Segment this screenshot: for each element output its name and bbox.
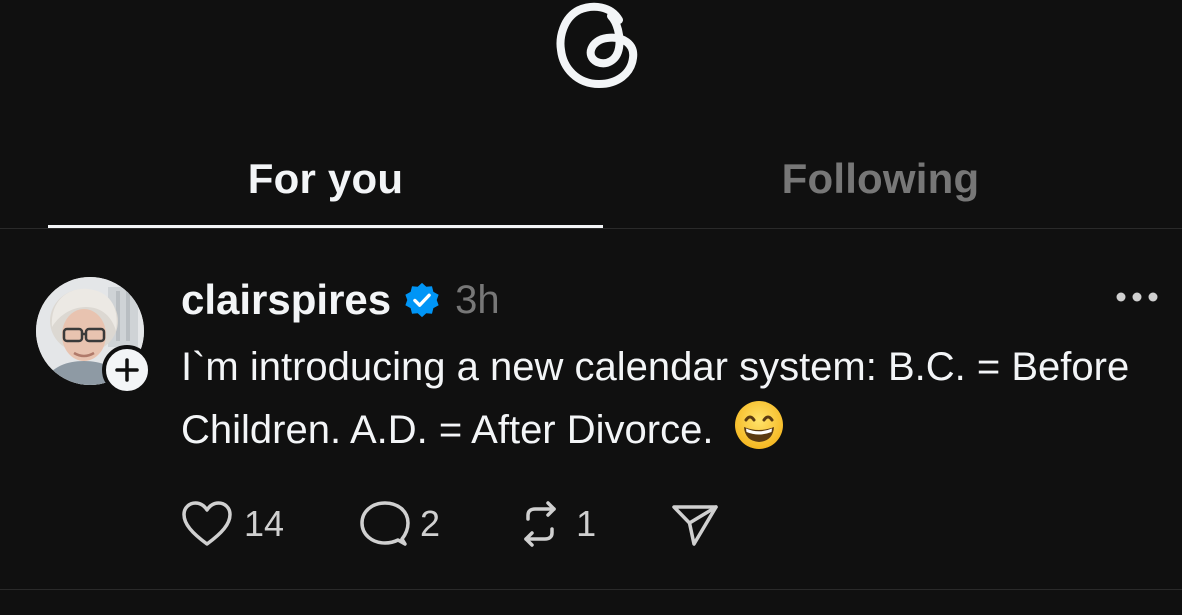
heart-icon <box>182 501 232 546</box>
post-body: I`m introducing a new calendar system: B… <box>181 336 1161 462</box>
send-icon <box>672 505 718 546</box>
post-timestamp: 3h <box>455 277 500 322</box>
post-actions: 14 2 1 <box>180 496 794 552</box>
follow-button[interactable] <box>102 345 152 395</box>
username[interactable]: clairspires <box>181 276 391 324</box>
post-text: I`m introducing a new calendar system: B… <box>181 345 1130 452</box>
reply-count: 2 <box>420 503 441 544</box>
more-dots-icon[interactable] <box>1112 282 1162 312</box>
post-divider <box>0 589 1182 590</box>
post-header: clairspires 3h <box>181 272 500 328</box>
comment-bubble-icon <box>360 501 410 546</box>
like-button[interactable]: 14 <box>180 499 284 549</box>
tab-following[interactable]: Following <box>603 130 1158 228</box>
like-count: 14 <box>244 503 285 544</box>
reply-button[interactable]: 2 <box>358 499 440 549</box>
repost-count: 1 <box>576 503 597 544</box>
plus-icon <box>115 358 139 382</box>
tab-for-you[interactable]: For you <box>48 130 603 228</box>
feed-tabs: For you Following <box>48 130 1158 228</box>
tabs-divider <box>0 228 1182 229</box>
grinning-face-emoji-icon <box>734 401 783 449</box>
share-button[interactable] <box>670 499 720 549</box>
verified-badge-icon <box>405 282 439 318</box>
repost-icon <box>524 501 556 547</box>
threads-logo-icon[interactable] <box>553 0 649 92</box>
repost-button[interactable]: 1 <box>514 499 596 549</box>
